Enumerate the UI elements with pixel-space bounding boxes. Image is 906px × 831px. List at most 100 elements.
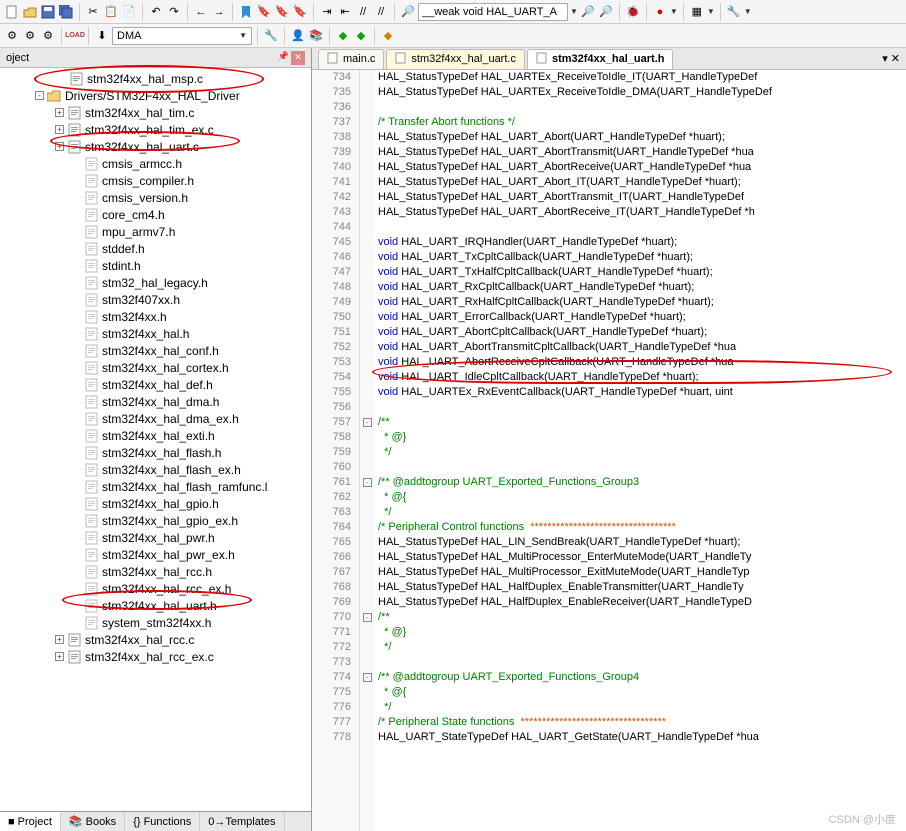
tree-node[interactable]: system_stm32f4xx.h [0, 614, 311, 631]
tree-node[interactable]: stm32f4xx_hal_cortex.h [0, 359, 311, 376]
indent-icon[interactable]: ⇥ [319, 4, 335, 20]
nav-fwd-icon[interactable]: → [211, 4, 227, 20]
tree-node[interactable]: stm32f4xx_hal_msp.c [0, 70, 311, 87]
bookmark-clear-icon[interactable]: 🔖 [292, 4, 308, 20]
comment-icon[interactable]: // [355, 4, 371, 20]
tree-node[interactable]: stm32f4xx.h [0, 308, 311, 325]
search-box[interactable]: 🔎 ▼ [400, 3, 578, 21]
fold-column[interactable]: - - - - [360, 70, 374, 831]
tree-node[interactable]: stm32f4xx_hal_rcc_ex.h [0, 580, 311, 597]
runtime-icon[interactable]: ◆ [380, 28, 396, 44]
tree-node[interactable]: +stm32f4xx_hal_tim_ex.c [0, 121, 311, 138]
bottom-tab[interactable]: ■Project [0, 812, 61, 831]
tree-node[interactable]: stm32f4xx_hal_flash_ramfunc.l [0, 478, 311, 495]
find-next-icon[interactable]: 🔎 [598, 4, 614, 20]
tree-node[interactable]: mpu_armv7.h [0, 223, 311, 240]
books-icon[interactable]: 📚 [308, 28, 324, 44]
download-icon[interactable]: ⬇ [94, 28, 110, 44]
tree-node[interactable]: stm32f4xx_hal_def.h [0, 376, 311, 393]
bottom-tab[interactable]: {} Functions [125, 812, 200, 831]
bottom-tabs: ■Project📚Books{} Functions0→Templates [0, 811, 311, 831]
pack-icon[interactable]: ◆ [335, 28, 351, 44]
build-icon[interactable]: ⚙ [22, 28, 38, 44]
target-combo[interactable]: DMA▼ [112, 27, 252, 45]
bottom-tab[interactable]: 📚Books [61, 812, 125, 831]
tree-node[interactable]: stm32f4xx_hal_gpio.h [0, 495, 311, 512]
tree-node[interactable]: stm32f4xx_hal_exti.h [0, 427, 311, 444]
tree-node[interactable]: stm32f4xx_hal_dma_ex.h [0, 410, 311, 427]
tree-node[interactable]: core_cm4.h [0, 206, 311, 223]
tree-node[interactable]: +stm32f4xx_hal_rcc_ex.c [0, 648, 311, 665]
tree-label: core_cm4.h [102, 208, 165, 222]
tree-label: stm32f4xx_hal_def.h [102, 378, 213, 392]
editor-tab[interactable]: stm32f4xx_hal_uart.c [386, 49, 525, 69]
build-target-icon[interactable]: ⚙ [4, 28, 20, 44]
tree-node[interactable]: stm32f4xx_hal_pwr_ex.h [0, 546, 311, 563]
tree-node[interactable]: cmsis_armcc.h [0, 155, 311, 172]
tree-node[interactable]: cmsis_compiler.h [0, 172, 311, 189]
search-input[interactable] [418, 3, 568, 21]
tree-node[interactable]: cmsis_version.h [0, 189, 311, 206]
find-icon[interactable]: 🔎 [400, 4, 416, 20]
editor-tabs-menu[interactable]: ▾ ✕ [876, 52, 906, 65]
tree-label: stm32f4xx_hal_dma_ex.h [102, 412, 239, 426]
tree-node[interactable]: stddef.h [0, 240, 311, 257]
tree-node[interactable]: stdint.h [0, 257, 311, 274]
editor-tab[interactable]: main.c [318, 49, 384, 69]
open-icon[interactable] [22, 4, 38, 20]
bottom-tab[interactable]: 0→Templates [200, 812, 284, 831]
pack2-icon[interactable]: ◆ [353, 28, 369, 44]
tree-node[interactable]: stm32f4xx_hal_flash_ex.h [0, 461, 311, 478]
redo-icon[interactable]: ↷ [166, 4, 182, 20]
new-icon[interactable] [4, 4, 20, 20]
tree-node[interactable]: stm32f4xx_hal_gpio_ex.h [0, 512, 311, 529]
save-all-icon[interactable] [58, 4, 74, 20]
tree-node[interactable]: stm32f4xx_hal.h [0, 325, 311, 342]
file-h-icon [84, 548, 98, 562]
tree-node[interactable]: stm32f407xx.h [0, 291, 311, 308]
panel-pin-icon[interactable]: 📌 [278, 51, 289, 65]
find-prev-icon[interactable]: 🔎 [580, 4, 596, 20]
breakpoint-icon[interactable]: ● [652, 4, 668, 20]
code-editor[interactable]: 734 735 736 737 738 739 740 741 742 743 … [312, 70, 906, 831]
project-tree[interactable]: stm32f4xx_hal_msp.c-Drivers/STM32F4xx_HA… [0, 68, 311, 811]
cut-icon[interactable]: ✂ [85, 4, 101, 20]
debug-icon[interactable]: 🐞 [625, 4, 641, 20]
editor-tab[interactable]: stm32f4xx_hal_uart.h [527, 49, 674, 69]
tree-node[interactable]: stm32f4xx_hal_rcc.h [0, 563, 311, 580]
tree-node[interactable]: stm32f4xx_hal_flash.h [0, 444, 311, 461]
tree-node[interactable]: -Drivers/STM32F4xx_HAL_Driver [0, 87, 311, 104]
tree-node[interactable]: +stm32f4xx_hal_tim.c [0, 104, 311, 121]
copy-icon[interactable]: 📋 [103, 4, 119, 20]
search-dropdown-icon[interactable]: ▼ [570, 7, 578, 16]
uncomment-icon[interactable]: // [373, 4, 389, 20]
save-icon[interactable] [40, 4, 56, 20]
tree-node[interactable]: stm32f4xx_hal_dma.h [0, 393, 311, 410]
tree-node[interactable]: stm32_hal_legacy.h [0, 274, 311, 291]
options-icon[interactable]: 🔧 [263, 28, 279, 44]
bookmark-next-icon[interactable]: 🔖 [274, 4, 290, 20]
window-icon[interactable]: ▦ [689, 4, 705, 20]
tree-node[interactable]: stm32f4xx_hal_uart.h [0, 597, 311, 614]
tree-node[interactable]: +stm32f4xx_hal_uart.c [0, 138, 311, 155]
code-lines[interactable]: HAL_StatusTypeDef HAL_UARTEx_ReceiveToId… [374, 70, 906, 831]
tree-label: stm32f4xx_hal_rcc.c [85, 633, 194, 647]
tree-node[interactable]: +stm32f4xx_hal_rcc.c [0, 631, 311, 648]
bookmark-prev-icon[interactable]: 🔖 [256, 4, 272, 20]
tree-node[interactable]: stm32f4xx_hal_conf.h [0, 342, 311, 359]
tree-label: stm32f4xx_hal_pwr_ex.h [102, 548, 235, 562]
tree-node[interactable]: stm32f4xx_hal_pwr.h [0, 529, 311, 546]
outdent-icon[interactable]: ⇤ [337, 4, 353, 20]
nav-back-icon[interactable]: ← [193, 4, 209, 20]
rebuild-icon[interactable]: ⚙ [40, 28, 56, 44]
file-h-icon [84, 242, 98, 256]
manage-icon[interactable]: 👤 [290, 28, 306, 44]
load-icon[interactable]: LOAD [67, 28, 83, 44]
paste-icon[interactable]: 📄 [121, 4, 137, 20]
panel-close-icon[interactable]: ✕ [291, 51, 305, 65]
tree-label: system_stm32f4xx.h [102, 616, 211, 630]
undo-icon[interactable]: ↶ [148, 4, 164, 20]
file-c-icon [67, 650, 81, 664]
bookmark-icon[interactable] [238, 4, 254, 20]
config-icon[interactable]: 🔧 [726, 4, 742, 20]
